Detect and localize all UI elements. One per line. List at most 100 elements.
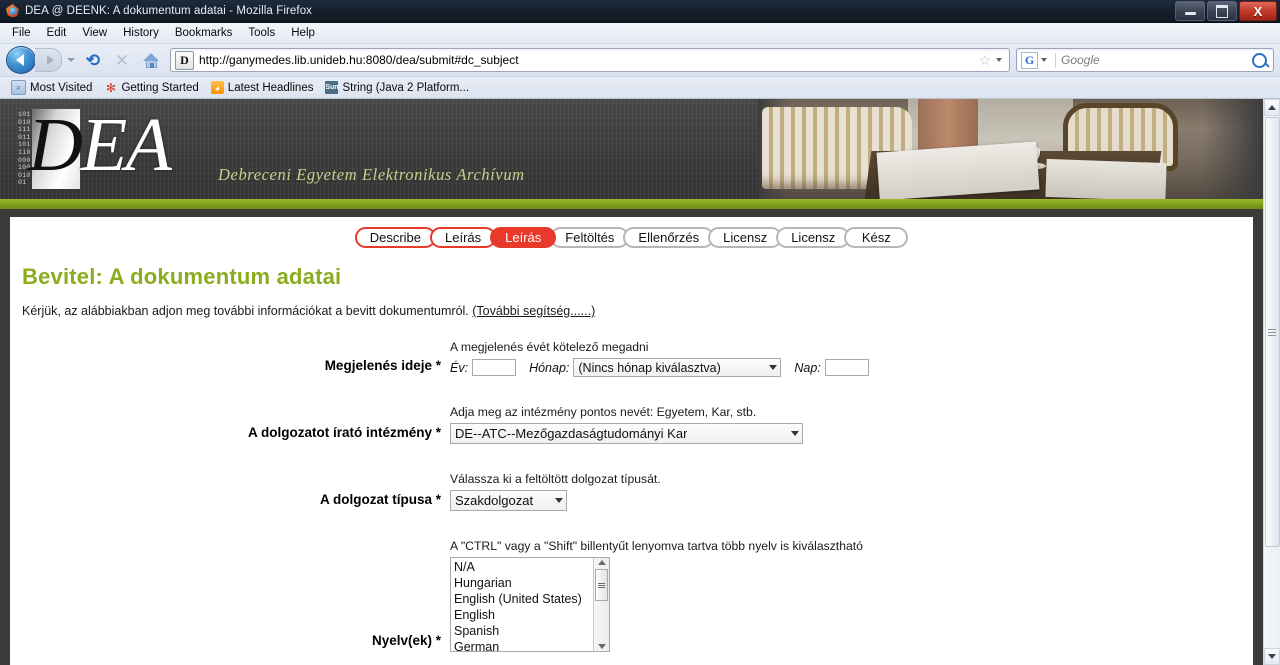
- tab-leiras-2[interactable]: Leírás: [490, 227, 557, 248]
- year-input[interactable]: [472, 359, 517, 376]
- menu-item-tools[interactable]: Tools: [240, 25, 283, 41]
- bookmark-latest-headlines[interactable]: ◕ Latest Headlines: [206, 80, 319, 95]
- label-date: Megjelenés ideje *: [324, 358, 441, 373]
- site-banner: 101 010 111 011 101 110 000 100 010 01 D…: [0, 99, 1263, 199]
- label-month: Hónap:: [529, 360, 570, 375]
- minimize-button[interactable]: [1175, 1, 1205, 21]
- tab-feltoltes[interactable]: Feltöltés: [550, 227, 630, 248]
- more-help-link[interactable]: (További segítség......): [472, 304, 595, 318]
- menu-item-help[interactable]: Help: [283, 25, 323, 41]
- scroll-up-icon[interactable]: [597, 560, 606, 565]
- search-icon[interactable]: [1252, 52, 1267, 68]
- tab-kesz[interactable]: Kész: [844, 227, 909, 248]
- menu-item-history[interactable]: History: [115, 25, 167, 41]
- forward-arrow-icon: [46, 55, 54, 65]
- back-button[interactable]: [6, 46, 36, 74]
- address-dropdown-icon[interactable]: [996, 58, 1002, 62]
- search-input[interactable]: Google: [1061, 53, 1252, 67]
- dea-logo[interactable]: 101 010 111 011 101 110 000 100 010 01 D…: [18, 105, 524, 189]
- maximize-icon: [1216, 4, 1228, 18]
- institution-select-value: DE--ATC--Mezőgazdaságtudományi Kar: [455, 426, 688, 441]
- hint-institution: Adja meg az intézmény pontos nevét: Egye…: [450, 405, 757, 419]
- logo-letter-d: D: [28, 103, 83, 187]
- languages-listbox[interactable]: N/A Hungarian English (United States) En…: [450, 557, 610, 652]
- magnifier-icon: ⌕: [11, 80, 26, 95]
- tab-describe[interactable]: Describe: [354, 227, 436, 248]
- scroll-down-icon[interactable]: [597, 644, 606, 649]
- chevron-down-icon: [769, 365, 778, 370]
- history-dropdown-button[interactable]: [65, 58, 77, 62]
- bookmark-most-visited[interactable]: ⌕ Most Visited: [6, 79, 97, 96]
- list-item[interactable]: Hungarian: [454, 575, 593, 591]
- page-scrollbar-thumb[interactable]: [1264, 117, 1280, 547]
- tab-licensz-1[interactable]: Licensz: [708, 227, 783, 248]
- doctype-select[interactable]: Szakdolgozat: [450, 490, 567, 511]
- list-item[interactable]: German: [454, 639, 593, 651]
- window-controls: X: [1175, 1, 1277, 21]
- bookmark-star-icon[interactable]: ☆: [978, 53, 991, 67]
- list-item[interactable]: English (United States): [454, 591, 593, 607]
- submission-progress-bar: Describe Leírás Leírás Feltöltés Ellenőr…: [10, 217, 1253, 250]
- menu-item-view[interactable]: View: [74, 25, 115, 41]
- page-title: Bevitel: A dokumentum adatai: [22, 264, 342, 289]
- languages-scrollbar[interactable]: [593, 558, 609, 651]
- reload-button[interactable]: ⟳: [80, 47, 106, 73]
- menu-bar: File Edit View History Bookmarks Tools H…: [0, 23, 1280, 44]
- page-scrollbar[interactable]: [1263, 99, 1280, 665]
- google-icon[interactable]: G: [1021, 51, 1038, 69]
- search-engine-dropdown-icon[interactable]: [1041, 58, 1047, 62]
- list-item[interactable]: N/A: [454, 559, 593, 575]
- minimize-icon: [1184, 12, 1196, 15]
- scroll-down-button[interactable]: [1264, 648, 1280, 665]
- list-item[interactable]: Spanish: [454, 623, 593, 639]
- address-bar[interactable]: D http://ganymedes.lib.unideb.hu:8080/de…: [170, 48, 1010, 72]
- hint-languages: A "CTRL" vagy a "Shift" billentyűt lenyo…: [450, 539, 863, 553]
- scrollbar-thumb[interactable]: [595, 569, 608, 601]
- list-item[interactable]: English: [454, 607, 593, 623]
- back-arrow-icon: [16, 54, 24, 66]
- scroll-up-button[interactable]: [1264, 99, 1280, 116]
- close-button[interactable]: X: [1239, 1, 1277, 21]
- home-button[interactable]: [138, 47, 164, 73]
- chevron-down-icon: [555, 498, 563, 503]
- tab-leiras-1[interactable]: Leírás: [430, 227, 497, 248]
- tab-ellenorzes[interactable]: Ellenőrzés: [623, 227, 715, 248]
- grip-icon: [1268, 328, 1276, 336]
- chevron-down-icon: [791, 431, 799, 436]
- grip-icon: [598, 582, 605, 588]
- url-text: http://ganymedes.lib.unideb.hu:8080/dea/…: [199, 53, 519, 67]
- reload-icon: ⟳: [85, 50, 101, 70]
- bookmark-string-java[interactable]: Sun String (Java 2 Platform...: [320, 80, 474, 95]
- stop-icon: ✕: [114, 50, 130, 70]
- home-icon: [142, 52, 160, 68]
- firefox-logo-icon: [6, 4, 20, 18]
- menu-item-edit[interactable]: Edit: [39, 25, 75, 41]
- day-input[interactable]: [824, 359, 869, 376]
- firefox-icon: ✻: [105, 80, 116, 95]
- tab-licensz-2[interactable]: Licensz: [776, 227, 851, 248]
- menu-item-bookmarks[interactable]: Bookmarks: [167, 25, 241, 41]
- bookmark-label: String (Java 2 Platform...: [342, 81, 470, 94]
- label-day: Nap:: [794, 360, 821, 375]
- search-divider: [1055, 52, 1056, 68]
- form-row-institution: A dolgozatot írató intézmény * Adja meg …: [10, 405, 1253, 444]
- label-year: Év:: [450, 360, 469, 375]
- month-select[interactable]: (Nincs hónap kiválasztva): [573, 358, 782, 377]
- search-bar[interactable]: G Google: [1016, 48, 1274, 72]
- banner-photo: [758, 99, 1263, 199]
- menu-item-file[interactable]: File: [4, 25, 39, 41]
- scroll-up-icon: [1268, 105, 1276, 110]
- bookmark-label: Most Visited: [30, 81, 93, 94]
- institution-select[interactable]: DE--ATC--Mezőgazdaságtudományi Kar: [450, 423, 803, 444]
- forward-button[interactable]: [35, 48, 62, 72]
- page-viewport: 101 010 111 011 101 110 000 100 010 01 D…: [0, 99, 1280, 665]
- maximize-button[interactable]: [1207, 1, 1237, 21]
- bookmark-getting-started[interactable]: ✻ Getting Started: [99, 80, 203, 95]
- hint-doctype: Válassza ki a feltöltött dolgozat típusá…: [450, 472, 661, 486]
- form-row-doctype: A dolgozat típusa * Válassza ki a feltöl…: [10, 472, 1253, 511]
- label-institution: A dolgozatot írató intézmény *: [247, 425, 441, 440]
- site-favicon-icon: D: [175, 50, 194, 70]
- stop-button[interactable]: ✕: [109, 47, 135, 73]
- page-intro: Kérjük, az alábbiakban adjon meg további…: [22, 304, 1253, 318]
- month-select-value: (Nincs hónap kiválasztva): [578, 360, 721, 375]
